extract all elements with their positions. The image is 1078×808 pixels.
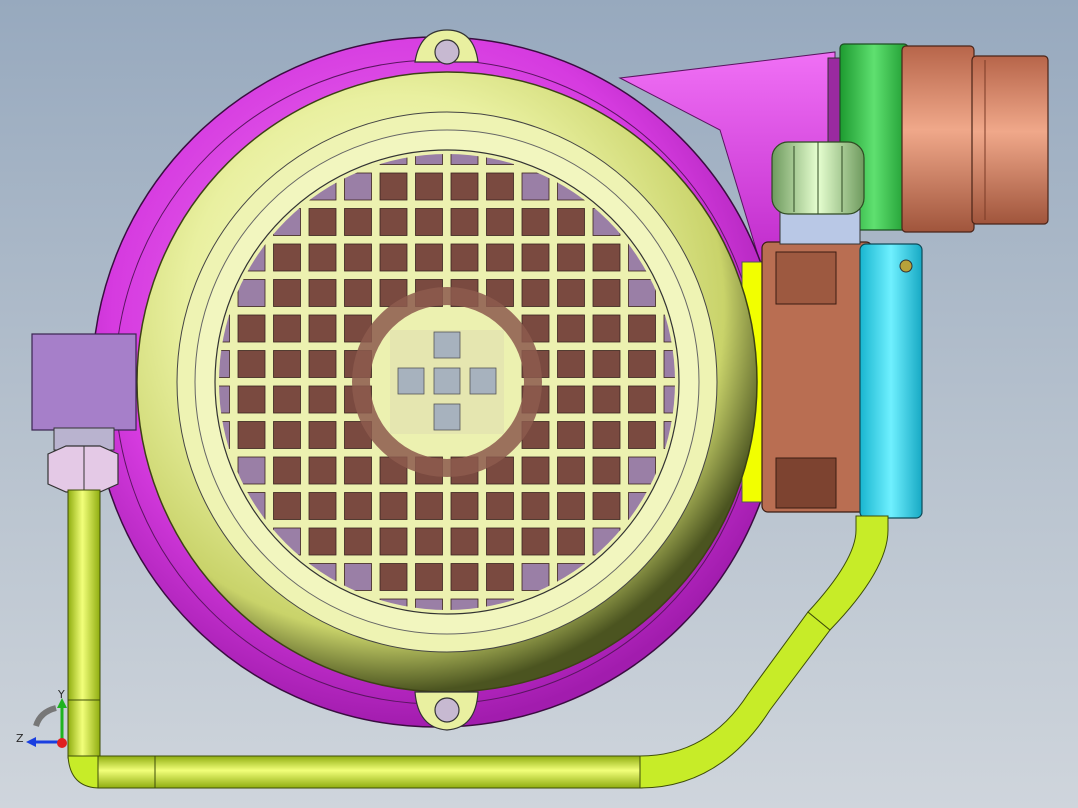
grille-cell — [415, 563, 443, 591]
grille-cell — [486, 208, 514, 236]
grille-cell — [592, 492, 621, 520]
grille-cell — [557, 421, 585, 449]
axis-label-y: Y — [58, 688, 65, 701]
grille-cell — [557, 208, 585, 236]
lifting-eye-icon — [414, 29, 479, 65]
grille-cell — [308, 527, 337, 556]
grille-cell — [486, 527, 514, 556]
grille-cell — [557, 314, 585, 343]
grille-cell — [592, 421, 621, 449]
grille-cell — [486, 492, 514, 520]
grille-cell — [308, 243, 337, 272]
grille-cell — [521, 243, 550, 272]
grille-cell — [344, 492, 372, 520]
grille-cell — [521, 563, 550, 591]
grille-cell — [379, 172, 408, 201]
grille-cell — [344, 208, 372, 236]
grille-cell — [344, 243, 372, 272]
axis-triad-icon[interactable] — [26, 698, 67, 748]
grille-cell — [486, 563, 514, 591]
grille-cell — [450, 527, 479, 556]
grille-cell — [592, 350, 621, 378]
grille-cell — [628, 456, 656, 485]
grille-cell — [308, 279, 337, 307]
fan-hub — [390, 330, 504, 434]
grille-cell — [273, 243, 301, 272]
grille-cell — [273, 385, 301, 414]
grille-cell — [237, 385, 266, 414]
grille-cell — [450, 243, 479, 272]
grille-cell — [273, 421, 301, 449]
grille-cell — [273, 279, 301, 307]
grille-cell — [557, 350, 585, 378]
grille-cell — [415, 172, 443, 201]
grille-cell — [273, 456, 301, 485]
grille-cell — [521, 527, 550, 556]
grille-cell — [344, 456, 372, 485]
grille-cell — [592, 279, 621, 307]
grille-cell — [521, 279, 550, 307]
grille-cell — [308, 385, 337, 414]
grille-cell — [557, 385, 585, 414]
grille-cell — [308, 492, 337, 520]
cable-gland-icon — [771, 141, 865, 245]
grille-cell — [521, 456, 550, 485]
grille-cell — [415, 243, 443, 272]
grille-cell — [237, 279, 266, 307]
blower-motor-model[interactable] — [0, 0, 1078, 808]
grille-cell — [415, 492, 443, 520]
grille-cell — [628, 350, 656, 378]
grille-cell — [273, 350, 301, 378]
grille-cell — [273, 492, 301, 520]
grille-cell — [344, 172, 372, 201]
axis-label-z: Z — [16, 732, 24, 745]
grille-cell — [450, 563, 479, 591]
grille-cell — [628, 385, 656, 414]
grille-cell — [557, 456, 585, 485]
hex-nut-icon — [47, 427, 119, 493]
grille-cell — [557, 492, 585, 520]
grille-cell — [450, 172, 479, 201]
grille-cell — [628, 314, 656, 343]
grille-cell — [557, 243, 585, 272]
grille-cell — [486, 172, 514, 201]
grille-cell — [344, 279, 372, 307]
grille-cell — [308, 350, 337, 378]
grille-cell — [628, 421, 656, 449]
grille-cell — [308, 314, 337, 343]
grille-cell — [521, 208, 550, 236]
grille-cell — [237, 456, 266, 485]
grille-cell — [450, 208, 479, 236]
grille-cell — [379, 563, 408, 591]
grille-cell — [415, 208, 443, 236]
grille-cell — [379, 243, 408, 272]
grille-cell — [592, 456, 621, 485]
grille-cell — [415, 527, 443, 556]
fitting-block — [31, 333, 137, 431]
grille-cell — [237, 314, 266, 343]
grille-cell — [592, 314, 621, 343]
grille-cell — [237, 350, 266, 378]
grille-cell — [308, 421, 337, 449]
terminal-box — [761, 241, 923, 519]
grille-cell — [308, 208, 337, 236]
grille-cell — [592, 385, 621, 414]
grille-cell — [344, 527, 372, 556]
grille-cell — [557, 527, 585, 556]
grille-cell — [344, 563, 372, 591]
cad-viewport[interactable]: Y Z — [0, 0, 1078, 808]
grille-cell — [450, 492, 479, 520]
grille-cell — [521, 172, 550, 201]
grille-cell — [237, 421, 266, 449]
grille-cell — [628, 279, 656, 307]
grille-cell — [308, 456, 337, 485]
grille-cell — [521, 492, 550, 520]
grille-cell — [379, 527, 408, 556]
grille-cell — [486, 243, 514, 272]
grille-cell — [273, 314, 301, 343]
grille-cell — [592, 243, 621, 272]
grille-cell — [379, 492, 408, 520]
grille-cell — [379, 208, 408, 236]
grille-cell — [557, 279, 585, 307]
